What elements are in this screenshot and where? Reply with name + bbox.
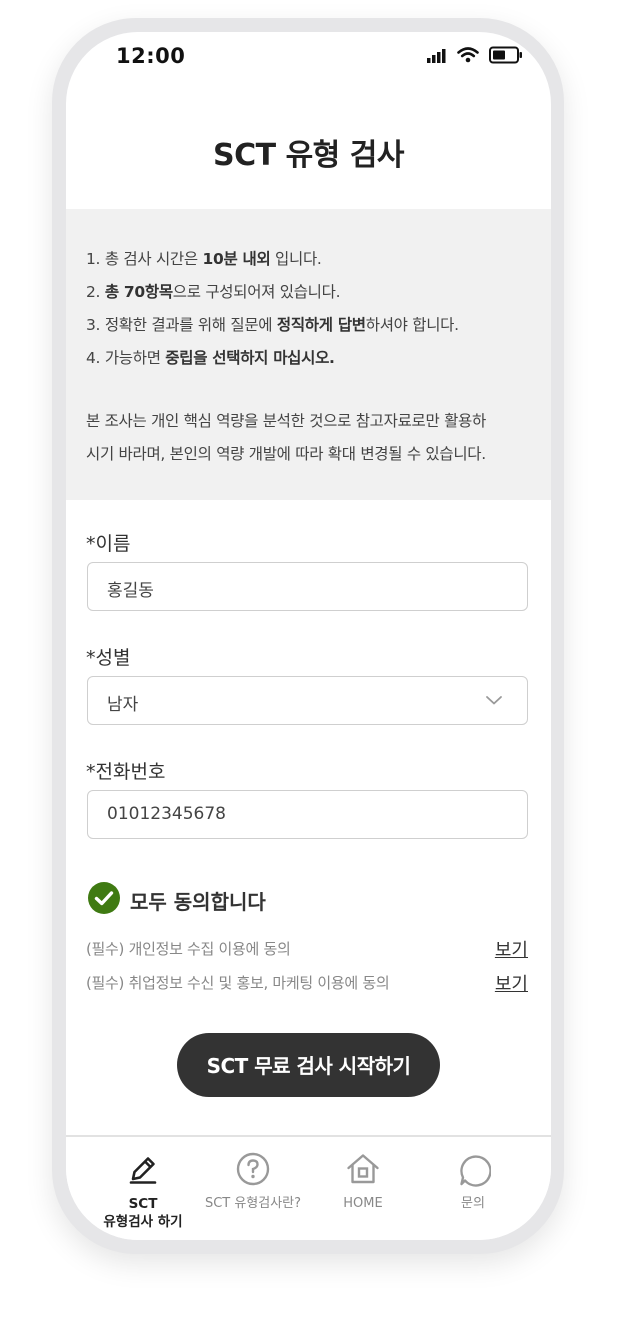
notice-line: 2. 총 70항목으로 구성되어져 있습니다. [86,283,341,301]
consent-view-link[interactable]: 보기 [495,936,528,962]
phone-value: 01012345678 [107,804,226,824]
consent-label: (필수) 취업정보 수신 및 홍보, 마케팅 이용에 동의 [86,974,390,992]
wifi-icon [457,47,479,67]
nav-label: SCT 유형검사란? [204,1196,302,1211]
notice-line: 4. 가능하면 중립을 선택하지 마십시오. [86,349,335,367]
consent-label: (필수) 개인정보 수집 이용에 동의 [86,940,291,958]
status-time: 12:00 [116,44,186,68]
phone-label: *전화번호 [86,761,166,783]
nav-item-about[interactable]: SCT 유형검사란? [198,1137,308,1237]
home-icon [308,1151,418,1187]
nav-item-home[interactable]: HOME [308,1137,418,1237]
name-input[interactable]: 홍길동 [87,562,528,611]
bottom-nav: SCT 유형검사 하기 SCT 유형검사란? HOME 문의 [66,1135,551,1240]
notice-line: 1. 총 검사 시간은 10분 내외 입니다. [86,250,322,268]
gender-label: *성별 [86,647,131,669]
battery-icon [489,46,523,68]
nav-item-sct-test[interactable]: SCT 유형검사 하기 [88,1137,198,1237]
notice-panel: 1. 총 검사 시간은 10분 내외 입니다. 2. 총 70항목으로 구성되어… [66,209,551,500]
nav-label: 문의 [461,1196,485,1211]
agree-all-checkbox[interactable]: 모두 동의합니다 [88,882,266,918]
nav-label: SCT 유형검사 하기 [103,1196,183,1230]
start-test-button[interactable]: SCT 무료 검사 시작하기 [177,1033,440,1097]
notice-paragraph-line: 본 조사는 개인 핵심 역량을 분석한 것으로 참고자료로만 활용하 [86,412,486,430]
phone-screen: 12:00 SCT 유형 검사 1. 총 검사 시간은 10분 내외 입니다. … [66,32,551,1240]
gender-select[interactable]: 남자 [87,676,528,725]
consent-item: (필수) 취업정보 수신 및 홍보, 마케팅 이용에 동의 보기 [86,970,528,996]
check-circle-icon [88,882,120,918]
question-circle-icon [198,1151,308,1187]
chat-bubble-icon [418,1151,528,1187]
pencil-icon [88,1151,198,1187]
consent-item: (필수) 개인정보 수집 이용에 동의 보기 [86,936,528,962]
page-title: SCT 유형 검사 [213,138,404,173]
status-icons [427,46,523,68]
status-bar: 12:00 [66,32,551,88]
signal-icon [427,48,447,67]
nav-item-inquiry[interactable]: 문의 [418,1137,528,1237]
name-label: *이름 [86,533,131,555]
notice-line: 3. 정확한 결과를 위해 질문에 정직하게 답변하셔야 합니다. [86,316,459,334]
consent-view-link[interactable]: 보기 [495,970,528,996]
phone-input[interactable]: 01012345678 [87,790,528,839]
gender-value: 남자 [107,695,139,715]
notice-paragraph-line: 시기 바라며, 본인의 역량 개발에 따라 확대 변경될 수 있습니다. [86,445,486,463]
name-value: 홍길동 [107,581,154,601]
nav-label: HOME [343,1196,383,1211]
chevron-down-icon [485,691,503,713]
agree-all-label: 모두 동의합니다 [130,889,266,914]
